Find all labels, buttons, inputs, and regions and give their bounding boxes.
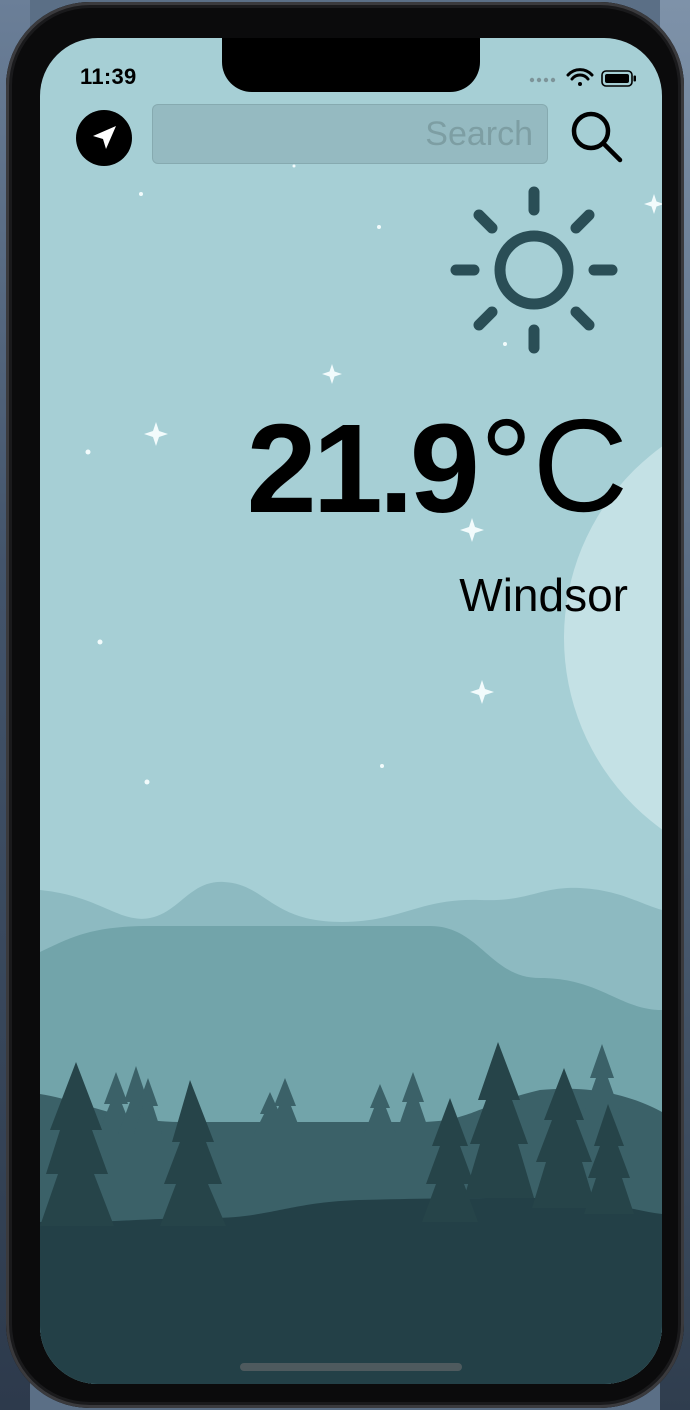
temperature-value: 21.9 [246, 398, 480, 539]
status-time: 11:39 [80, 64, 137, 89]
battery-icon [601, 70, 636, 87]
search-button[interactable] [568, 108, 626, 166]
search-field[interactable] [152, 104, 548, 164]
status-icons [529, 68, 636, 87]
ground [40, 1198, 662, 1384]
search-input[interactable] [153, 104, 535, 164]
current-location-button[interactable] [76, 110, 132, 166]
magnifier-icon [571, 111, 623, 163]
temperature-display: 21.9 °C [246, 392, 628, 539]
home-indicator[interactable] [240, 1363, 462, 1371]
sun-icon [450, 186, 618, 354]
cellular-signal-icon [529, 77, 556, 83]
camera-notch [222, 38, 480, 92]
phone-frame: 11:39 Search 21.9 °C Windsor [6, 2, 684, 1408]
temperature-unit: °C [479, 392, 628, 539]
city-name: Windsor [459, 569, 628, 621]
app-screen: 11:39 Search 21.9 °C Windsor [40, 38, 662, 1384]
location-arrow-icon [93, 126, 116, 149]
wifi-icon [566, 68, 594, 86]
